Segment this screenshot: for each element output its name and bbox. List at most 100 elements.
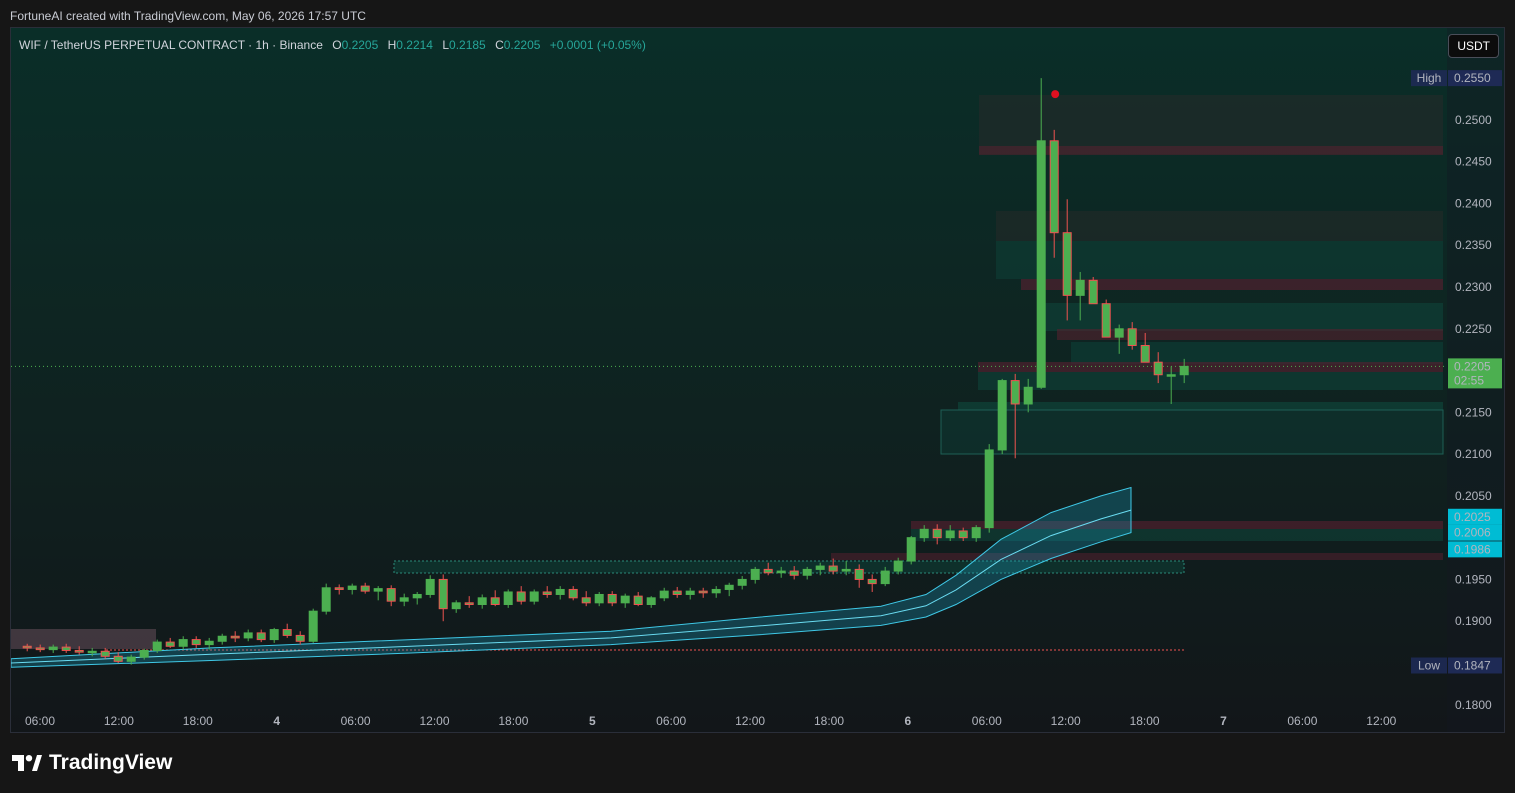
candle-body bbox=[347, 585, 357, 590]
x-tick-label: 06:00 bbox=[25, 714, 55, 728]
svg-text:High: High bbox=[1417, 71, 1442, 85]
x-tick-label: 18:00 bbox=[183, 714, 213, 728]
svg-text:0.2006: 0.2006 bbox=[1454, 526, 1491, 540]
candle-body bbox=[763, 568, 773, 574]
candle-body bbox=[165, 641, 175, 647]
candle-body bbox=[776, 570, 786, 574]
candle-body bbox=[568, 588, 578, 599]
candle-body bbox=[35, 647, 45, 651]
candle-body bbox=[1101, 303, 1111, 338]
candle-body bbox=[750, 568, 760, 580]
zone-top-line bbox=[979, 146, 1443, 155]
candle-body bbox=[412, 593, 422, 599]
candle-body bbox=[1088, 279, 1098, 305]
price-chart[interactable]: 0.2500 0.2450 0.2400 0.2350 0.2300 0.2250 0.21… bbox=[11, 28, 1505, 733]
candle-body bbox=[1140, 344, 1150, 363]
svg-text:0.2025: 0.2025 bbox=[1454, 510, 1491, 524]
candle-body bbox=[334, 587, 344, 590]
x-tick-label: 12:00 bbox=[735, 714, 765, 728]
candle-body bbox=[373, 588, 383, 592]
candle-body bbox=[477, 597, 487, 605]
candle-body bbox=[399, 597, 409, 602]
candle-body bbox=[1179, 365, 1189, 376]
y-tick-label: 0.2050 bbox=[1455, 489, 1492, 503]
x-tick-label: 5 bbox=[589, 714, 596, 728]
candle-body bbox=[139, 649, 149, 658]
candle-body bbox=[1166, 374, 1176, 377]
candle-body bbox=[971, 527, 981, 539]
tradingview-logo[interactable]: TradingView bbox=[12, 751, 172, 775]
x-tick-label: 4 bbox=[273, 714, 280, 728]
candle-body bbox=[529, 591, 539, 602]
symbol-title[interactable]: WIF / TetherUS PERPETUAL CONTRACT · 1h ·… bbox=[19, 38, 323, 52]
y-tick-label: 0.2350 bbox=[1455, 238, 1492, 252]
candle-body bbox=[594, 593, 604, 604]
x-tick-label: 12:00 bbox=[1366, 714, 1396, 728]
candle-body bbox=[1049, 140, 1059, 234]
candle-body bbox=[438, 578, 448, 610]
candle-body bbox=[87, 650, 97, 654]
svg-text:02:55: 02:55 bbox=[1454, 373, 1484, 387]
candle-body bbox=[1153, 361, 1163, 376]
candle-body bbox=[906, 537, 916, 562]
candle-body bbox=[360, 585, 370, 592]
signal-dot bbox=[1051, 90, 1060, 99]
y-tick-label: 0.2250 bbox=[1455, 322, 1492, 336]
candle-body bbox=[425, 578, 435, 595]
open-value: 0.2205 bbox=[341, 38, 379, 52]
candle-body bbox=[1010, 380, 1020, 405]
candle-body bbox=[61, 646, 71, 651]
y-tick-label: 0.1900 bbox=[1455, 614, 1492, 628]
y-tick-label: 0.2450 bbox=[1455, 155, 1492, 169]
x-tick-label: 18:00 bbox=[814, 714, 844, 728]
change-value: +0.0001 (+0.05%) bbox=[549, 38, 646, 52]
zone-red-4 bbox=[831, 553, 1443, 560]
candle-body bbox=[997, 380, 1007, 451]
x-tick-label: 12:00 bbox=[104, 714, 134, 728]
candle-body bbox=[1023, 386, 1033, 405]
close-value: 0.2205 bbox=[503, 38, 541, 52]
currency-button[interactable]: USDT bbox=[1448, 34, 1499, 58]
candle-body bbox=[542, 591, 552, 595]
svg-text:Low: Low bbox=[1418, 658, 1440, 672]
candle-body bbox=[256, 632, 266, 641]
zone-current bbox=[978, 372, 1443, 390]
high-label: H bbox=[387, 38, 397, 52]
candle-body bbox=[503, 591, 513, 605]
candle-body bbox=[48, 646, 58, 651]
candle-body bbox=[633, 595, 643, 605]
y-tick-label: 0.2150 bbox=[1455, 405, 1492, 419]
candle-body bbox=[295, 634, 305, 642]
y-tick-label: 0.2400 bbox=[1455, 196, 1492, 210]
y-tick-label: 0.2100 bbox=[1455, 447, 1492, 461]
candle-body bbox=[802, 568, 812, 576]
candle-body bbox=[737, 578, 747, 586]
candle-body bbox=[451, 602, 461, 610]
candle-body bbox=[919, 528, 929, 539]
x-tick-label: 7 bbox=[1220, 714, 1227, 728]
candle-body bbox=[152, 641, 162, 651]
candle-body bbox=[204, 640, 214, 646]
low-price-tag: Low 0.1847 bbox=[1411, 657, 1502, 674]
x-tick-label: 12:00 bbox=[1051, 714, 1081, 728]
svg-text:0.1986: 0.1986 bbox=[1454, 542, 1491, 556]
svg-text:0.2205: 0.2205 bbox=[1454, 359, 1491, 373]
candle-body bbox=[880, 570, 890, 585]
candle-body bbox=[711, 588, 721, 594]
x-tick-label: 06:00 bbox=[341, 714, 371, 728]
candle-body bbox=[191, 639, 201, 646]
candle-body bbox=[854, 568, 864, 580]
candle-body bbox=[282, 629, 292, 636]
candle-body bbox=[698, 590, 708, 594]
x-tick-label: 12:00 bbox=[419, 714, 449, 728]
high-price-tag: High 0.2550 bbox=[1411, 70, 1502, 87]
zone-green-4 bbox=[393, 560, 1185, 574]
candle-body bbox=[893, 560, 903, 572]
candle-body bbox=[178, 639, 188, 647]
chart-pane[interactable]: 0.2500 0.2450 0.2400 0.2350 0.2300 0.2250 0.21… bbox=[10, 27, 1505, 733]
indicator-price-tag: 0.2025 bbox=[1448, 508, 1502, 525]
y-tick-label: 0.1950 bbox=[1455, 572, 1492, 586]
candle-body bbox=[308, 610, 318, 642]
candle-body bbox=[659, 590, 669, 599]
candle-body bbox=[22, 645, 32, 649]
